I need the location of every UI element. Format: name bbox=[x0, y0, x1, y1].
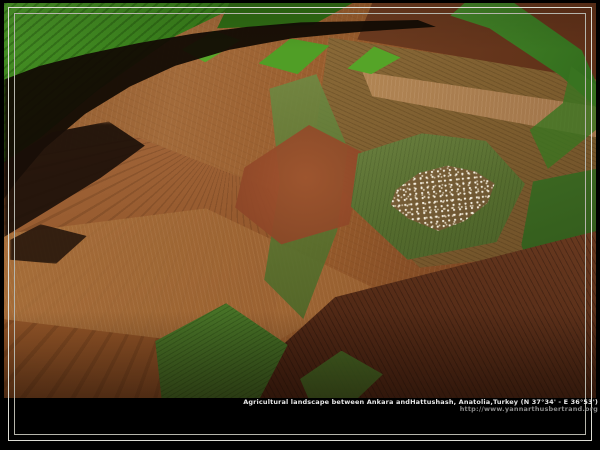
vignette-overlay bbox=[4, 3, 596, 398]
aerial-photo bbox=[4, 3, 596, 398]
caption: Agricultural landscape between Ankara an… bbox=[243, 399, 598, 413]
wallpaper-page: { "caption": { "line1": "Agricultural la… bbox=[0, 0, 600, 450]
caption-url: http://www.yannarthusbertrand.org bbox=[243, 406, 598, 413]
